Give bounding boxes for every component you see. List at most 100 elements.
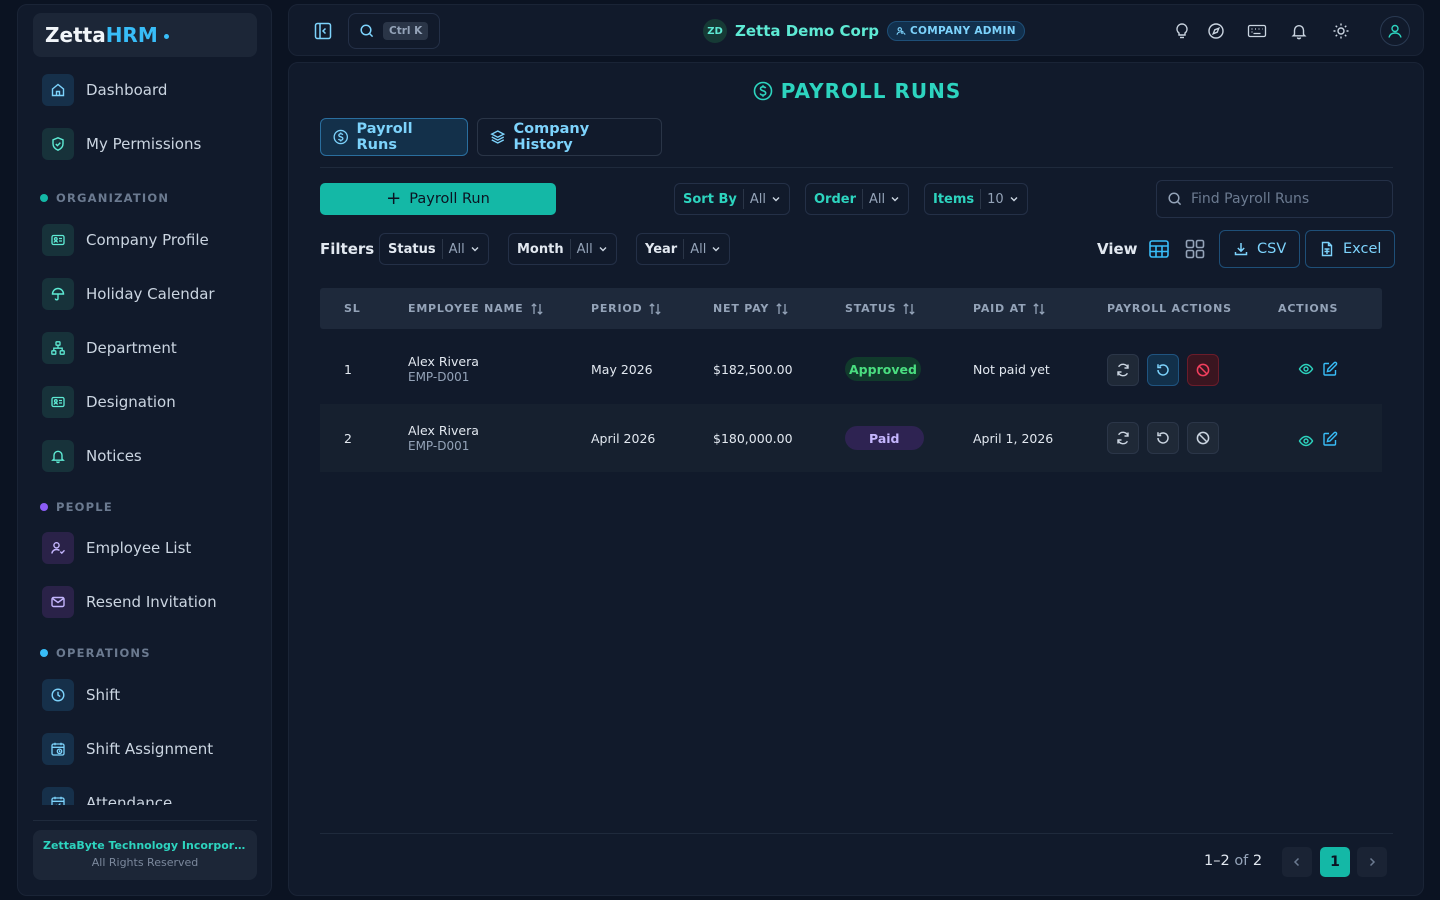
tips-button[interactable] bbox=[1171, 20, 1193, 42]
sidebar-item-employee-list[interactable]: Employee List bbox=[42, 531, 257, 565]
table-icon bbox=[1149, 240, 1169, 258]
column-label: PAYROLL ACTIONS bbox=[1107, 302, 1232, 315]
sidebar-item-label: Company Profile bbox=[86, 231, 209, 249]
year-filter-label: Year bbox=[645, 241, 678, 257]
tab-company-history[interactable]: Company History bbox=[477, 118, 662, 156]
cancel-payroll-button[interactable] bbox=[1187, 422, 1219, 454]
separator bbox=[683, 239, 685, 259]
view-button[interactable] bbox=[1297, 360, 1315, 378]
column-label: PERIOD bbox=[591, 302, 643, 315]
export-excel-button[interactable]: Excel bbox=[1305, 230, 1396, 268]
sort-arrows-icon bbox=[530, 302, 543, 315]
sort-by-value[interactable]: All bbox=[750, 192, 781, 207]
view-button[interactable] bbox=[1297, 432, 1315, 450]
sidebar-item-company-profile[interactable]: Company Profile bbox=[42, 223, 257, 257]
company-switcher[interactable]: ZD Zetta Demo Corp COMPANY ADMIN bbox=[703, 19, 1025, 43]
sidebar-item-shift[interactable]: Shift bbox=[42, 678, 257, 712]
notifications-button[interactable] bbox=[1288, 20, 1310, 42]
sidebar-item-designation[interactable]: Designation bbox=[42, 385, 257, 419]
sidebar-collapse-icon bbox=[314, 22, 332, 40]
year-filter-select[interactable]: Year All bbox=[636, 233, 731, 265]
chevron-down-icon bbox=[891, 197, 899, 202]
year-filter-value[interactable]: All bbox=[690, 242, 721, 257]
recalculate-button[interactable] bbox=[1107, 354, 1139, 386]
sort-arrows-icon bbox=[776, 302, 788, 315]
status-badge: Approved bbox=[845, 357, 921, 381]
column-label: ACTIONS bbox=[1278, 302, 1339, 315]
column-status[interactable]: STATUS bbox=[845, 288, 916, 329]
column-period[interactable]: PERIOD bbox=[591, 288, 662, 329]
sidebar-item-resend-invitation[interactable]: Resend Invitation bbox=[42, 585, 257, 619]
sidebar-item-department[interactable]: Department bbox=[42, 331, 257, 365]
items-per-page-select[interactable]: Items 10 bbox=[924, 183, 1028, 215]
sidebar-item-label: Shift bbox=[86, 686, 121, 704]
export-csv-button[interactable]: CSV bbox=[1219, 230, 1301, 268]
brand-logo[interactable]: Zetta HRM bbox=[33, 13, 257, 57]
view-label: View bbox=[1097, 240, 1138, 258]
plus-icon: + bbox=[386, 188, 402, 209]
sidebar-item-dashboard[interactable]: Dashboard bbox=[42, 73, 257, 107]
user-check-icon bbox=[42, 532, 74, 564]
lightbulb-icon bbox=[1176, 23, 1188, 39]
tab-payroll-runs[interactable]: Payroll Runs bbox=[320, 118, 468, 156]
status-filter-value[interactable]: All bbox=[449, 242, 480, 257]
sidebar-item-shift-assignment[interactable]: Shift Assignment bbox=[42, 732, 257, 766]
column-label: SL bbox=[344, 302, 361, 315]
tabs-divider bbox=[320, 167, 1393, 168]
find-payroll-runs-input[interactable] bbox=[1191, 191, 1381, 207]
chevron-down-icon bbox=[599, 247, 607, 252]
revert-button[interactable] bbox=[1147, 422, 1179, 454]
sidebar-item-holiday-calendar[interactable]: Holiday Calendar bbox=[42, 277, 257, 311]
add-button-label: Payroll Run bbox=[409, 191, 490, 207]
keyboard-shortcuts-button[interactable] bbox=[1246, 20, 1268, 42]
sidebar-item-attendance[interactable]: Attendance bbox=[42, 786, 257, 805]
table-view-button[interactable] bbox=[1147, 237, 1171, 261]
grid-view-button[interactable] bbox=[1183, 237, 1207, 261]
company-initials: ZD bbox=[703, 19, 727, 43]
sidebar-item-my-permissions[interactable]: My Permissions bbox=[42, 127, 257, 161]
find-payroll-runs-field[interactable] bbox=[1156, 180, 1393, 218]
umbrella-icon bbox=[42, 278, 74, 310]
cancel-payroll-button[interactable] bbox=[1187, 354, 1219, 386]
sort-by-select[interactable]: Sort By All bbox=[674, 183, 790, 215]
cell-sl: 1 bbox=[344, 361, 352, 377]
section-organization: ORGANIZATION bbox=[40, 191, 169, 205]
order-value[interactable]: All bbox=[869, 192, 900, 207]
page-button-current[interactable]: 1 bbox=[1320, 847, 1350, 877]
topbar: Ctrl K ZD Zetta Demo Corp COMPANY ADMIN bbox=[288, 4, 1424, 56]
eye-icon bbox=[1298, 435, 1314, 447]
explore-button[interactable] bbox=[1205, 20, 1227, 42]
sidebar: Zetta HRM Dashboard My Permissions ORGANI… bbox=[17, 4, 272, 896]
pagination-divider bbox=[320, 833, 1393, 834]
clock-icon bbox=[42, 679, 74, 711]
sidebar-toggle-button[interactable] bbox=[311, 19, 335, 43]
edit-button[interactable] bbox=[1321, 430, 1339, 448]
add-payroll-run-button[interactable]: + Payroll Run bbox=[320, 183, 556, 215]
pagination-of: of bbox=[1234, 853, 1249, 869]
theme-toggle-button[interactable] bbox=[1330, 20, 1352, 42]
recalculate-button[interactable] bbox=[1107, 422, 1139, 454]
next-page-button[interactable] bbox=[1357, 847, 1387, 877]
order-select[interactable]: Order All bbox=[805, 183, 910, 215]
revert-button[interactable] bbox=[1147, 354, 1179, 386]
chevron-down-icon bbox=[1010, 197, 1018, 202]
user-avatar-button[interactable] bbox=[1380, 16, 1410, 46]
status-filter-select[interactable]: Status All bbox=[379, 233, 489, 265]
column-employee-name[interactable]: EMPLOYEE NAME bbox=[408, 288, 544, 329]
edit-button[interactable] bbox=[1321, 360, 1339, 378]
status-filter-value-text: All bbox=[448, 241, 465, 257]
section-dot bbox=[40, 649, 48, 657]
prev-page-button[interactable] bbox=[1282, 847, 1312, 877]
column-label: PAID AT bbox=[973, 302, 1027, 315]
items-value[interactable]: 10 bbox=[987, 192, 1019, 207]
section-title: OPERATIONS bbox=[56, 646, 151, 660]
sidebar-item-notices[interactable]: Notices bbox=[42, 439, 257, 473]
employee-name: Alex Rivera bbox=[408, 423, 479, 438]
pagination-info: 1–2 of 2 bbox=[1204, 853, 1262, 869]
global-search-button[interactable]: Ctrl K bbox=[348, 13, 440, 49]
column-net-pay[interactable]: NET PAY bbox=[713, 288, 789, 329]
edit-icon bbox=[1323, 431, 1338, 446]
month-filter-value[interactable]: All bbox=[577, 242, 608, 257]
month-filter-select[interactable]: Month All bbox=[508, 233, 617, 265]
column-paid-at[interactable]: PAID AT bbox=[973, 288, 1046, 329]
